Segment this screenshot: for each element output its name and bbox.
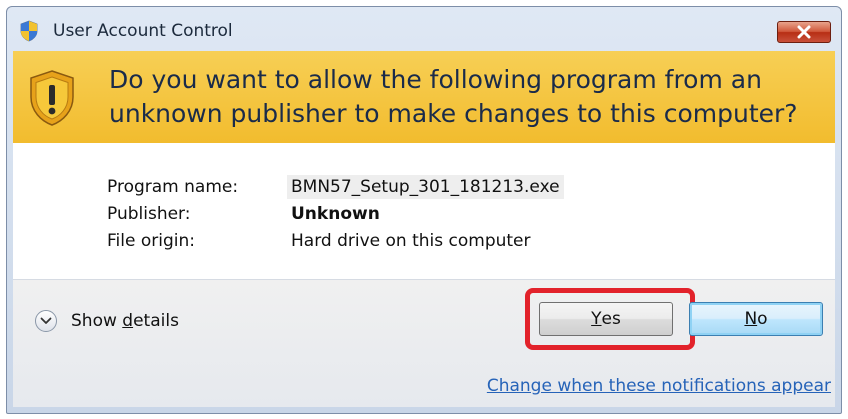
publisher-value: Unknown: [291, 204, 380, 224]
uac-dialog: User Account Control Do you want to allo…: [6, 6, 842, 414]
warning-banner: Do you want to allow the following progr…: [13, 51, 835, 143]
program-details: Program name: BMN57_Setup_301_181213.exe…: [13, 143, 835, 279]
show-details-toggle[interactable]: Show details: [35, 310, 179, 332]
elevation-question: Do you want to allow the following progr…: [109, 65, 798, 128]
details-grid: Program name: BMN57_Setup_301_181213.exe…: [107, 175, 564, 253]
title-bar: User Account Control: [7, 7, 841, 51]
file-origin-label: File origin:: [107, 231, 195, 251]
yes-accel: Y: [591, 309, 602, 329]
publisher-label: Publisher:: [107, 204, 191, 224]
program-name-label: Program name:: [107, 177, 239, 197]
yes-rest: es: [601, 309, 621, 329]
expand-button[interactable]: [35, 310, 57, 332]
close-button[interactable]: [777, 21, 831, 43]
chevron-down-icon: [40, 317, 52, 324]
no-rest: o: [757, 309, 768, 329]
dialog-footer: Show details Yes No Change when these no…: [13, 279, 835, 407]
close-icon: [797, 25, 811, 39]
no-accel: N: [744, 309, 758, 329]
uac-shield-icon: [20, 20, 38, 42]
window-title: User Account Control: [53, 21, 233, 41]
change-notifications-link[interactable]: Change when these notifications appear: [487, 376, 831, 396]
warning-shield-icon: [30, 70, 74, 126]
show-details-label[interactable]: Show details: [71, 311, 179, 331]
no-button[interactable]: No: [689, 302, 823, 336]
yes-button[interactable]: Yes: [539, 302, 673, 336]
show-details-accel: d: [122, 311, 134, 331]
file-origin-value: Hard drive on this computer: [291, 231, 531, 251]
show-details-rest: etails: [133, 311, 179, 331]
show-details-prefix: Show: [71, 311, 123, 331]
program-name-value: BMN57_Setup_301_181213.exe: [287, 175, 564, 199]
